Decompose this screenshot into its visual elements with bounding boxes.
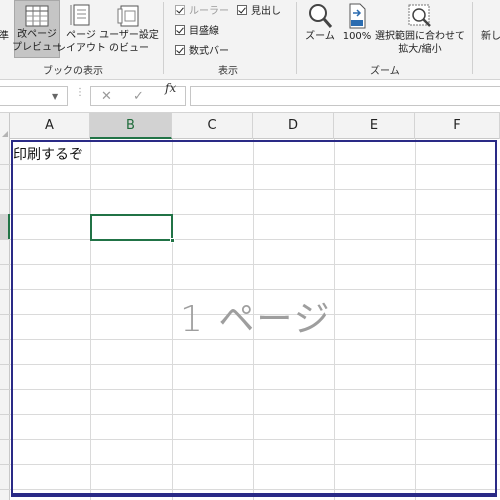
- column-header-b[interactable]: B: [90, 113, 172, 139]
- cancel-icon[interactable]: ✕: [101, 89, 112, 104]
- fill-handle[interactable]: [170, 238, 175, 243]
- enter-icon[interactable]: ✓: [133, 89, 144, 104]
- name-box[interactable]: ▼: [0, 86, 68, 106]
- zoom-100-button[interactable]: 100%: [340, 0, 374, 43]
- zoom-100-icon: [349, 3, 366, 29]
- row-header-divider: [0, 339, 10, 340]
- custom-views-label-2: のビュー: [109, 43, 149, 54]
- row-header-divider: [0, 489, 10, 490]
- custom-views-label-1: ユーザー設定: [99, 30, 159, 41]
- magnifier-icon: [309, 4, 333, 28]
- cell-a1[interactable]: 印刷するぞ: [13, 144, 83, 164]
- page-break-preview-label-2: プレビュー: [12, 42, 62, 53]
- formula-bar-check-icon: [175, 44, 185, 55]
- insert-function-button[interactable]: fx: [165, 81, 176, 95]
- ribbon-separator: [296, 2, 297, 74]
- zoom-label: ズーム: [305, 31, 335, 42]
- page-layout-button[interactable]: ページ レイアウト: [56, 0, 106, 55]
- formula-bar-splitter-icon[interactable]: ⋮: [75, 87, 85, 98]
- row-header-divider: [0, 464, 10, 465]
- row-header-divider: [0, 389, 10, 390]
- zoom-100-label: 100%: [342, 31, 372, 42]
- ribbon: 準 改ページ プレビュー ページ レイアウト ユーザー設定 のビュー ブックの表…: [0, 0, 500, 80]
- custom-views-icon: [117, 5, 139, 27]
- row-header-divider: [0, 289, 10, 290]
- zoom-group-label: ズーム: [370, 66, 400, 77]
- row-header-divider: [0, 264, 10, 265]
- page-layout-label-2: レイアウト: [56, 43, 106, 54]
- ribbon-separator: [163, 2, 164, 74]
- row-header-divider: [0, 314, 10, 315]
- column-header-c[interactable]: C: [172, 113, 253, 139]
- normal-view-button[interactable]: 準: [0, 4, 14, 43]
- formula-bar: ▼ ⋮ ✕ ✓ fx: [0, 80, 500, 113]
- chevron-down-icon[interactable]: ▼: [52, 92, 58, 101]
- gridlines-check-icon: [175, 24, 185, 35]
- zoom-button[interactable]: ズーム: [302, 0, 338, 43]
- active-cell-b4[interactable]: [90, 214, 173, 241]
- show-group-label: 表示: [218, 66, 238, 77]
- row-header-divider: [0, 189, 10, 190]
- page-number-watermark: 1 ページ: [180, 299, 332, 340]
- select-all-button[interactable]: [0, 113, 10, 139]
- page-layout-label-1: ページ: [66, 30, 96, 41]
- row-header-selected: [0, 214, 10, 239]
- column-header-f[interactable]: F: [415, 113, 500, 139]
- headings-checkbox[interactable]: 見出し: [237, 2, 281, 17]
- formula-input[interactable]: [190, 86, 500, 106]
- row-header-divider: [0, 239, 10, 240]
- ruler-check-icon: [175, 4, 185, 15]
- headings-check-icon: [237, 4, 247, 15]
- zoom-to-selection-label-1: 選択範囲に合わせて: [375, 31, 465, 42]
- page-layout-icon: [70, 4, 90, 26]
- column-header-row: A B C D E F: [0, 113, 500, 139]
- new-window-button[interactable]: 新し: [476, 0, 500, 43]
- column-header-d[interactable]: D: [253, 113, 334, 139]
- column-header-a[interactable]: A: [10, 113, 90, 139]
- row-header-divider: [0, 439, 10, 440]
- select-all-icon: [2, 131, 8, 137]
- row-header-divider: [0, 164, 10, 165]
- ribbon-separator: [472, 2, 473, 74]
- row-header-divider: [0, 414, 10, 415]
- workbook-views-group-label: ブックの表示: [43, 66, 103, 77]
- custom-views-button[interactable]: ユーザー設定 のビュー: [99, 0, 159, 55]
- zoom-to-selection-button[interactable]: 選択範囲に合わせて 拡大/縮小: [372, 0, 468, 56]
- ruler-checkbox[interactable]: ルーラー: [175, 2, 229, 17]
- page-break-preview-button[interactable]: 改ページ プレビュー: [12, 0, 62, 58]
- gridlines-checkbox[interactable]: 目盛線: [175, 22, 219, 37]
- page-break-preview-label-1: 改ページ: [17, 29, 57, 40]
- zoom-to-selection-label-2: 拡大/縮小: [398, 44, 442, 55]
- row-header-divider: [0, 364, 10, 365]
- column-header-e[interactable]: E: [334, 113, 415, 139]
- formula-bar-checkbox[interactable]: 数式バー: [175, 42, 229, 57]
- page-break-preview-icon: [25, 5, 49, 27]
- row-header-column[interactable]: [0, 139, 10, 500]
- zoom-to-selection-icon: [408, 4, 431, 27]
